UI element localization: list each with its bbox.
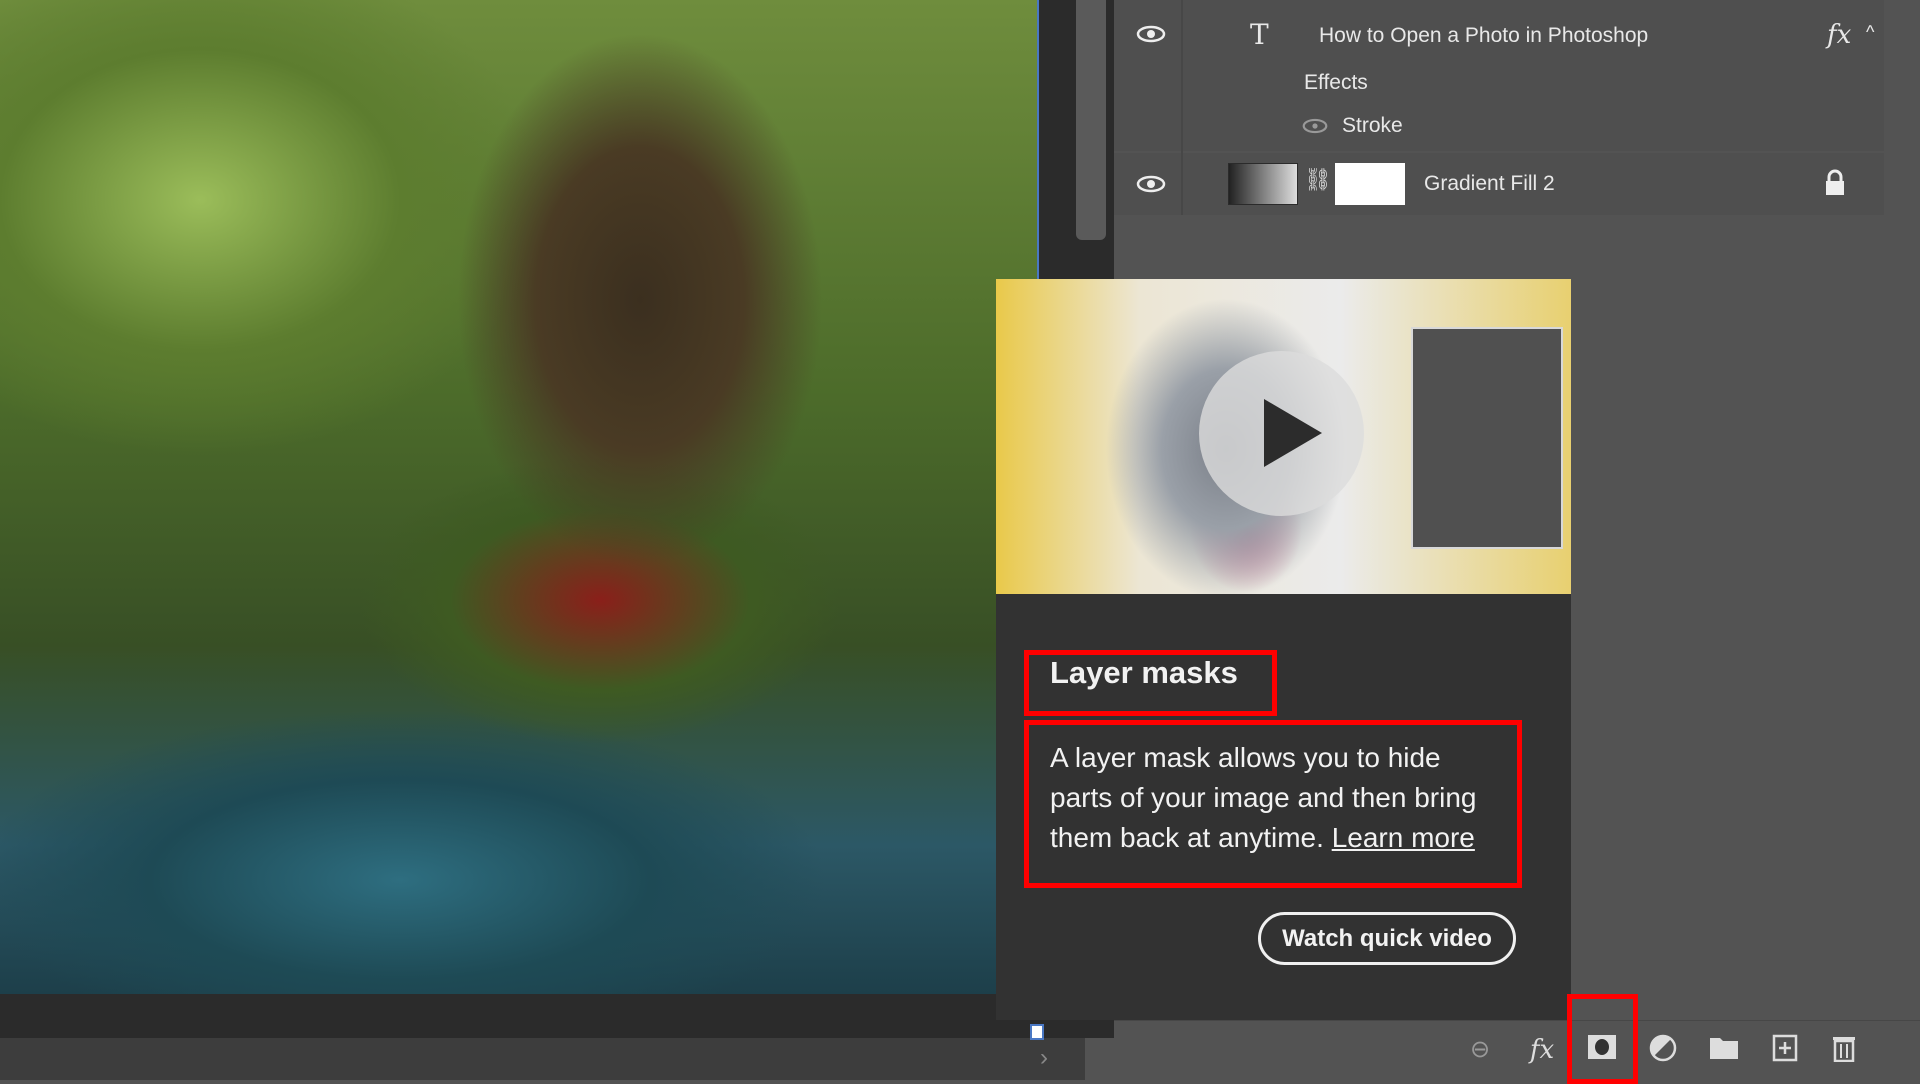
chevron-right-icon[interactable]: › bbox=[1040, 1044, 1048, 1072]
layer-name[interactable]: Gradient Fill 2 bbox=[1424, 172, 1555, 196]
learn-more-link[interactable]: Learn more bbox=[1332, 822, 1475, 853]
tooltip-description: A layer mask allows you to hide parts of… bbox=[1050, 738, 1510, 858]
effects-label[interactable]: Effects bbox=[1304, 71, 1368, 95]
stroke-effect[interactable]: Stroke bbox=[1342, 114, 1403, 138]
divider bbox=[1181, 0, 1183, 215]
fx-icon[interactable]: fx bbox=[1526, 1034, 1558, 1066]
horizontal-scrollbar[interactable] bbox=[0, 1038, 1085, 1080]
scroll-handle[interactable] bbox=[1030, 1024, 1044, 1040]
layer-row-gradient[interactable]: ⛓ Gradient Fill 2 bbox=[1114, 153, 1884, 215]
document-canvas[interactable] bbox=[0, 0, 1037, 994]
layer-row-text[interactable]: T How to Open a Photo in Photoshop fx ^ … bbox=[1114, 0, 1884, 151]
layer-thumbnail bbox=[1228, 163, 1298, 205]
layer-name[interactable]: How to Open a Photo in Photoshop bbox=[1319, 24, 1648, 48]
mask-thumbnail[interactable] bbox=[1335, 163, 1405, 205]
link-icon[interactable]: ⛓ bbox=[1304, 167, 1332, 193]
eye-icon[interactable] bbox=[1302, 118, 1328, 134]
eye-icon[interactable] bbox=[1136, 175, 1166, 193]
status-bar bbox=[0, 994, 1114, 1038]
tooltip-title: Layer masks bbox=[1050, 655, 1238, 690]
thumbnail-layers-panel bbox=[1411, 327, 1563, 549]
new-layer-icon[interactable] bbox=[1769, 1034, 1801, 1066]
trash-icon[interactable] bbox=[1828, 1034, 1860, 1066]
layers-scrollbar[interactable] bbox=[1076, 0, 1106, 240]
video-thumbnail[interactable] bbox=[996, 279, 1571, 594]
folder-icon[interactable] bbox=[1708, 1034, 1740, 1066]
watch-video-button[interactable]: Watch quick video bbox=[1258, 912, 1516, 965]
text-layer-icon: T bbox=[1250, 18, 1269, 51]
collapse-icon[interactable]: ^ bbox=[1866, 22, 1874, 43]
play-icon bbox=[1264, 399, 1322, 467]
link-icon[interactable]: ⊖ bbox=[1464, 1034, 1496, 1066]
eye-icon[interactable] bbox=[1136, 25, 1166, 43]
highlight-box bbox=[1567, 994, 1638, 1084]
lock-icon bbox=[1826, 169, 1844, 195]
fx-icon[interactable]: fx bbox=[1827, 20, 1851, 50]
adjustment-icon[interactable] bbox=[1647, 1034, 1679, 1066]
